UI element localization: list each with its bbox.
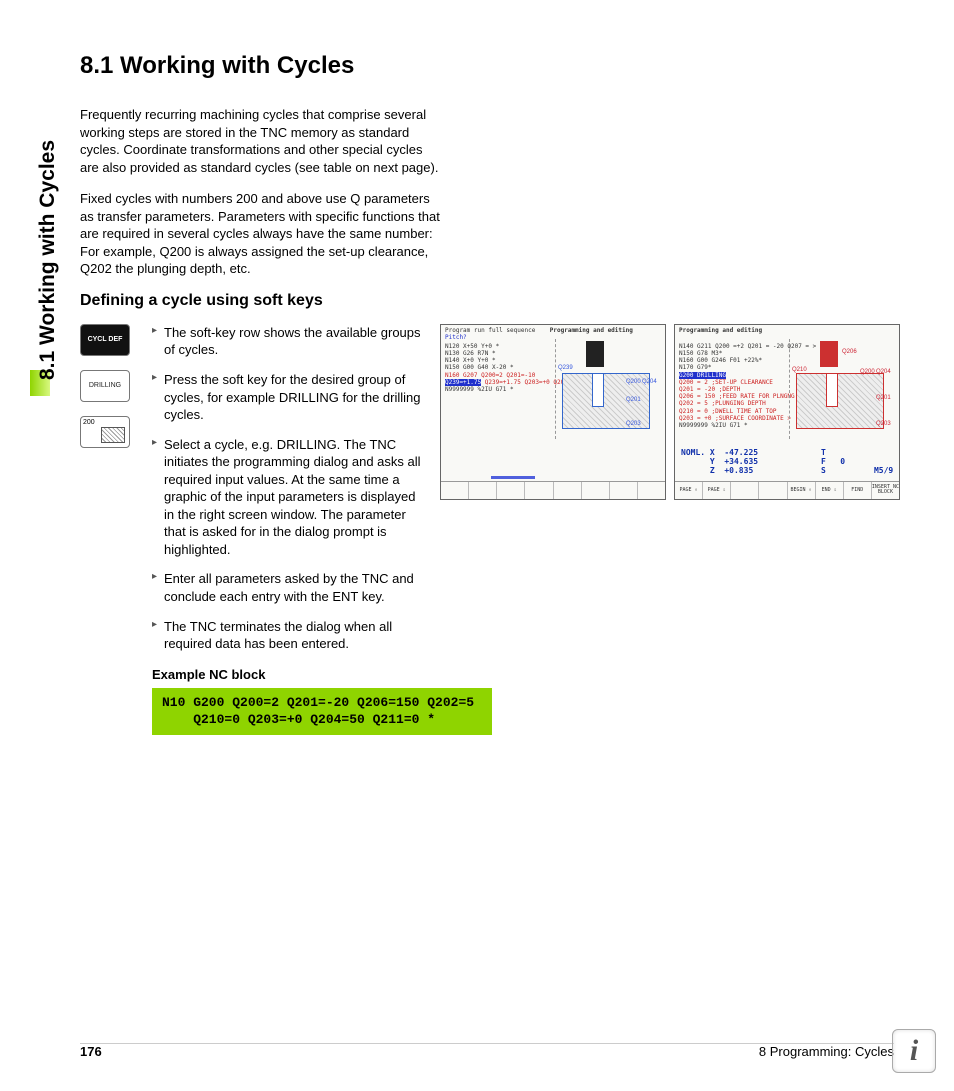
intro-block: Frequently recurring machining cycles th…: [80, 106, 900, 278]
intro-paragraph: Fixed cycles with numbers 200 and above …: [80, 190, 440, 278]
nc-line-highlight: Q239=+1.75: [445, 379, 481, 386]
illustrations: Program run full sequence Programming an…: [440, 324, 900, 735]
screen-softkey[interactable]: PAGE ⇧: [675, 482, 703, 499]
screen-softkey[interactable]: [731, 482, 759, 499]
hole-icon: [592, 373, 604, 407]
steps-column: The soft-key row shows the available gro…: [152, 324, 422, 735]
info-icon: i: [892, 1029, 936, 1073]
screen-softkey[interactable]: INSERT NC BLOCK: [872, 482, 899, 499]
step-item: The soft-key row shows the available gro…: [152, 324, 422, 359]
intro-paragraph: Frequently recurring machining cycles th…: [80, 106, 440, 176]
softkey-selector-bar: [491, 476, 535, 479]
screen-softkey[interactable]: END ⇩: [816, 482, 844, 499]
screen-softkey[interactable]: [554, 482, 582, 499]
screen-softkey[interactable]: [638, 482, 665, 499]
param-label: Q204: [642, 379, 657, 385]
drill-icon: [820, 341, 838, 367]
content-row: CYCL DEF DRILLING 200 The soft-key row s…: [80, 324, 900, 735]
param-label: Q200: [860, 369, 875, 375]
step-item: Select a cycle, e.g. DRILLING. The TNC i…: [152, 436, 422, 559]
page-footer: 176 8 Programming: Cycles: [80, 1043, 894, 1059]
param-label: Q239: [558, 365, 573, 371]
param-label: Q206: [842, 349, 857, 355]
param-label: Q210: [792, 367, 807, 373]
softkey-cycl-def[interactable]: CYCL DEF: [80, 324, 130, 356]
screen-softkey[interactable]: PAGE ⇩: [703, 482, 731, 499]
screen-softkey[interactable]: [525, 482, 553, 499]
position-display: NOML. X -47.225 Y +34.635 Z +0.835 T F 0…: [681, 448, 758, 475]
side-running-head: 8.1 Working with Cycles: [36, 140, 60, 380]
param-label: Q201: [876, 395, 891, 401]
step-item: The TNC terminates the dialog when all r…: [152, 618, 422, 653]
step-item: Enter all parameters asked by the TNC an…: [152, 570, 422, 605]
param-label: Q200: [626, 379, 641, 385]
example-label: Example NC block: [152, 667, 422, 682]
footer-chapter: 8 Programming: Cycles: [759, 1044, 894, 1059]
pos-x: -47.225: [724, 448, 758, 457]
screen-prompt: Pitch?: [445, 334, 467, 341]
screen-softkey[interactable]: [469, 482, 497, 499]
pos-y: +34.635: [724, 457, 758, 466]
pos-status: T F 0 S M5/9: [821, 448, 893, 475]
screen-softkey[interactable]: [759, 482, 787, 499]
softkey-drilling[interactable]: DRILLING: [80, 370, 130, 402]
step-item: Press the soft key for the desired group…: [152, 371, 422, 424]
nc-line-highlight: G200 DRILLING: [679, 372, 726, 379]
screen-softkey-row: [441, 481, 665, 499]
screen-softkey[interactable]: FIND: [844, 482, 872, 499]
param-label: Q204: [876, 369, 891, 375]
softkey-column: CYCL DEF DRILLING 200: [80, 324, 134, 735]
screen-softkey[interactable]: [497, 482, 525, 499]
screen-graphic: Q206 Q210 Q200 Q204 Q201 Q203: [789, 339, 893, 439]
subheading: Defining a cycle using soft keys: [80, 292, 900, 310]
screen-softkey[interactable]: [582, 482, 610, 499]
tnc-screen-left: Program run full sequence Programming an…: [440, 324, 666, 500]
pos-z: +0.835: [724, 466, 753, 475]
param-label: Q203: [626, 421, 641, 427]
param-label: Q201: [626, 397, 641, 403]
screen-title: Programming and editing: [679, 327, 762, 334]
page-number: 176: [80, 1044, 102, 1059]
drill-icon: [586, 341, 604, 367]
screen-softkey[interactable]: [441, 482, 469, 499]
screen-header: Programming and editing: [679, 328, 762, 335]
screen-softkey[interactable]: BEGIN ⇧: [788, 482, 816, 499]
param-label: Q203: [876, 421, 891, 427]
page-body: 8.1 Working with Cycles Frequently recur…: [80, 52, 900, 735]
tnc-screen-right: Programming and editing N140 G211 Q200 =…: [674, 324, 900, 500]
screen-graphic: Q239 Q200 Q204 Q201 Q203: [555, 339, 659, 439]
screen-softkey-row: PAGE ⇧ PAGE ⇩ BEGIN ⇧ END ⇩ FIND INSERT …: [675, 481, 899, 499]
softkey-200[interactable]: 200: [80, 416, 130, 448]
page-title: 8.1 Working with Cycles: [80, 52, 900, 80]
workpiece-icon: [796, 373, 884, 429]
hole-icon: [826, 373, 838, 407]
screen-title: Programming and editing: [550, 327, 633, 334]
screen-softkey[interactable]: [610, 482, 638, 499]
